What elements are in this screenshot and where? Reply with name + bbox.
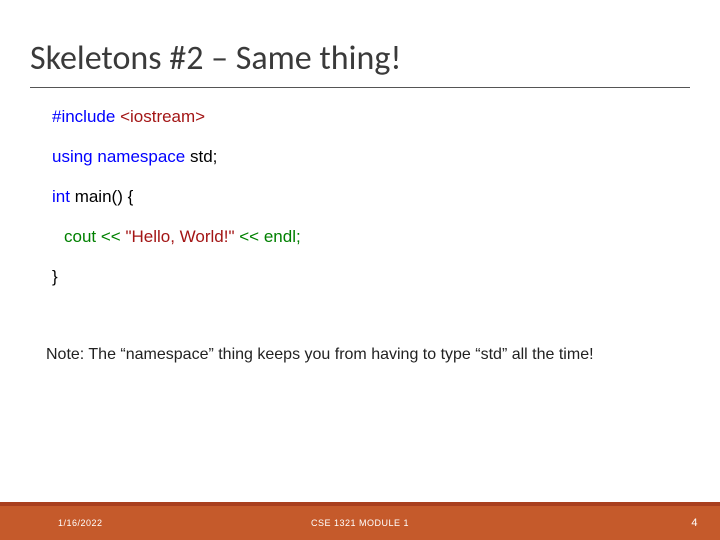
string-literal: "Hello, World!" bbox=[125, 227, 239, 246]
brace-close: } bbox=[52, 267, 58, 286]
footer-page-number: 4 bbox=[691, 517, 698, 529]
code-block: #include <iostream> using namespace std;… bbox=[30, 106, 690, 288]
identifier-cout: cout bbox=[64, 227, 101, 246]
keyword-using: using bbox=[52, 147, 97, 166]
main-signature: main() { bbox=[75, 187, 134, 206]
code-line-main: int main() { bbox=[52, 186, 690, 208]
operator-insert-1: << bbox=[101, 227, 126, 246]
identifier-std: std; bbox=[190, 147, 217, 166]
code-line-cout: cout << "Hello, World!" << endl; bbox=[52, 226, 690, 248]
note-text: Note: The “namespace” thing keeps you fr… bbox=[30, 346, 690, 364]
identifier-endl: endl; bbox=[264, 227, 301, 246]
code-line-include: #include <iostream> bbox=[52, 106, 690, 128]
footer-bar: 1/16/2022 CSE 1321 MODULE 1 4 bbox=[0, 506, 720, 540]
slide-title: Skeletons #2 – Same thing! bbox=[30, 38, 690, 79]
title-divider bbox=[30, 87, 690, 88]
keyword-include: #include bbox=[52, 107, 120, 126]
slide: Skeletons #2 – Same thing! #include <ios… bbox=[0, 0, 720, 540]
code-line-close: } bbox=[52, 266, 690, 288]
footer-module: CSE 1321 MODULE 1 bbox=[0, 518, 720, 528]
operator-insert-2: << bbox=[239, 227, 264, 246]
footer: 1/16/2022 CSE 1321 MODULE 1 4 bbox=[0, 502, 720, 540]
keyword-int: int bbox=[52, 187, 75, 206]
header-iostream: <iostream> bbox=[120, 107, 205, 126]
footer-date: 1/16/2022 bbox=[58, 518, 103, 528]
keyword-namespace: namespace bbox=[97, 147, 190, 166]
code-line-using: using namespace std; bbox=[52, 146, 690, 168]
